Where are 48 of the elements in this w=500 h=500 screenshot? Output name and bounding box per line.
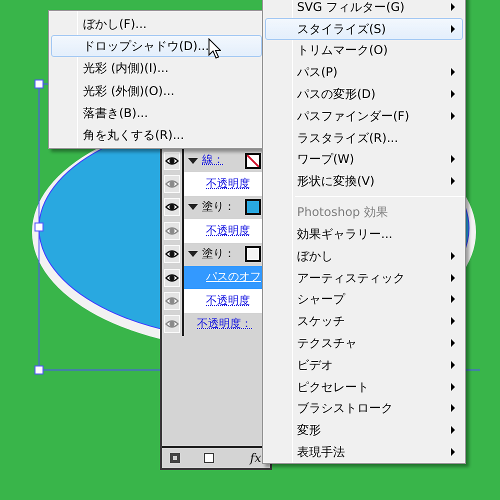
menu-item[interactable]: 角を丸くする(R)... <box>51 124 262 146</box>
effects-button[interactable]: fx <box>250 449 262 467</box>
menu-item[interactable]: シャープ <box>265 288 463 310</box>
disclosure-triangle-icon[interactable] <box>188 158 198 164</box>
menu-item[interactable]: 落書き(B)... <box>51 102 262 124</box>
clear-appearance-icon[interactable] <box>170 453 180 463</box>
menu-item[interactable]: 光彩 (外側)(O)... <box>51 80 262 102</box>
menu-item[interactable]: ブラシストローク <box>265 398 463 420</box>
menu-item[interactable]: 光彩 (内側)(I)... <box>51 57 262 80</box>
pointer-icon <box>208 38 221 59</box>
menu-item[interactable]: ドロップシャドウ(D)... <box>51 35 262 58</box>
menu-item[interactable]: ビデオ <box>265 354 463 376</box>
attribute-label: 塗り： <box>202 246 235 262</box>
eye-icon[interactable] <box>164 268 180 287</box>
menu-item[interactable]: ぼかし(F)... <box>51 13 262 36</box>
attribute-link[interactable]: 線： <box>202 152 224 169</box>
attribute-link[interactable]: 不透明度： <box>197 316 252 333</box>
selection-handle[interactable] <box>34 80 44 88</box>
menu-item[interactable]: 効果ギャラリー... <box>265 223 463 245</box>
menu-item[interactable]: アーティスティック <box>265 266 463 289</box>
eye-icon[interactable] <box>164 245 180 264</box>
menu-item[interactable]: テクスチャ <box>265 332 463 354</box>
eye-icon[interactable] <box>164 198 180 216</box>
menu-item[interactable]: 変形 <box>265 419 463 442</box>
menu-item[interactable]: ピクセレート <box>265 376 463 398</box>
attribute-label: 塗り： <box>202 199 235 216</box>
new-item-icon[interactable] <box>204 453 214 463</box>
selection-handle[interactable] <box>34 366 44 374</box>
eye-icon[interactable] <box>164 152 180 170</box>
menu-item[interactable]: ラスタライズ(R)... <box>265 126 463 149</box>
fill-swatch[interactable] <box>245 199 261 216</box>
disclosure-triangle-icon[interactable] <box>188 251 198 258</box>
menu-item[interactable]: 表現手法 <box>265 441 463 463</box>
fill-swatch[interactable] <box>245 246 261 262</box>
menu-item[interactable]: 形状に変換(V) <box>265 170 463 192</box>
menu-item[interactable]: ワープ(W) <box>265 148 463 170</box>
menu-item[interactable]: SVG フィルター(G) <box>265 0 463 18</box>
menu-item[interactable]: スケッチ <box>265 310 463 332</box>
menu-item[interactable]: ぼかし <box>265 244 463 267</box>
menu-item[interactable]: パスの変形(D) <box>265 83 463 105</box>
menu-item[interactable]: スタイライズ(S) <box>265 18 463 40</box>
menu-item[interactable]: パスファインダー(F) <box>265 104 463 127</box>
menu-section-header: Photoshop 効果 <box>296 204 389 222</box>
disclosure-triangle-icon[interactable] <box>188 204 198 210</box>
selection-handle[interactable] <box>34 222 44 232</box>
no-stroke-swatch[interactable] <box>245 152 261 169</box>
menu-item[interactable]: トリムマーク(O) <box>265 40 463 62</box>
menu-item[interactable]: パス(P) <box>265 61 463 84</box>
